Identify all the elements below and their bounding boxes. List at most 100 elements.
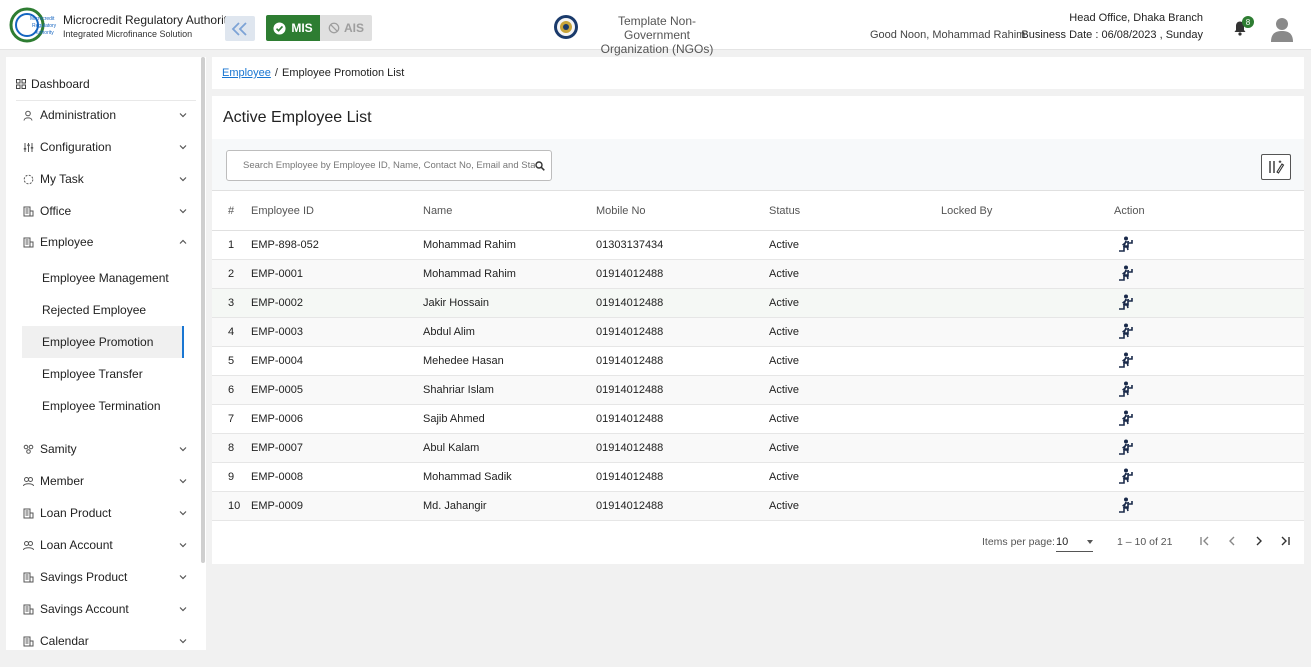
- cell-name: Sajib Ahmed: [423, 404, 596, 434]
- table-row[interactable]: 7 EMP-0006 Sajib Ahmed 01914012488 Active: [212, 404, 1304, 434]
- double-chevron-left-icon: [231, 21, 247, 36]
- cell-name: Mohammad Sadik: [423, 462, 596, 492]
- previous-page-button[interactable]: [1222, 531, 1242, 551]
- sidebar-item-administration[interactable]: Administration: [22, 105, 188, 125]
- promotion-icon[interactable]: [1118, 467, 1136, 485]
- promotion-icon[interactable]: [1118, 322, 1136, 340]
- next-page-button[interactable]: [1249, 531, 1269, 551]
- cell-mobile: 01914012488: [596, 346, 769, 376]
- column-settings-button[interactable]: [1261, 154, 1291, 180]
- sidebar-item-member[interactable]: Member: [22, 471, 188, 491]
- collapse-sidebar-button[interactable]: [225, 16, 255, 41]
- sidebar-item-configuration[interactable]: Configuration: [22, 137, 188, 157]
- sidebar-item-label: Savings Account: [40, 602, 129, 616]
- cell-index: 1: [212, 230, 251, 260]
- table-row[interactable]: 9 EMP-0008 Mohammad Sadik 01914012488 Active: [212, 462, 1304, 492]
- main-panel: Active Employee List # Employee ID Name …: [212, 96, 1304, 564]
- sidebar-item-label: Configuration: [40, 140, 112, 154]
- app-subtitle: Integrated Microfinance Solution: [63, 29, 193, 39]
- promotion-icon[interactable]: [1118, 496, 1136, 514]
- chevron-down-icon: [179, 209, 187, 214]
- cell-locked-by: [941, 433, 1114, 463]
- sidebar-item-employee[interactable]: Employee: [22, 232, 188, 252]
- user-avatar-icon[interactable]: [1270, 16, 1294, 42]
- chevron-up-icon: [179, 239, 187, 244]
- column-header-name[interactable]: Name: [423, 190, 596, 231]
- promotion-icon[interactable]: [1118, 264, 1136, 282]
- cell-action: [1114, 317, 1304, 347]
- cell-locked-by: [941, 317, 1114, 347]
- sidebar-subitem-employee-termination[interactable]: Employee Termination: [22, 390, 184, 422]
- sidebar-item-loan-account[interactable]: Loan Account: [22, 535, 188, 555]
- chevron-down-icon: [179, 113, 187, 118]
- search-icon: [535, 160, 545, 171]
- column-header-locked-by[interactable]: Locked By: [941, 190, 1114, 231]
- sidebar-item-calendar[interactable]: Calendar: [22, 631, 188, 651]
- cell-index: 5: [212, 346, 251, 376]
- cell-employee-id: EMP-0003: [251, 317, 423, 347]
- cell-status: Active: [769, 404, 941, 434]
- sidebar-item-office[interactable]: Office: [22, 201, 188, 221]
- column-header-employee-id[interactable]: Employee ID: [251, 190, 423, 231]
- sidebar-subitem-employee-promotion[interactable]: Employee Promotion: [22, 326, 184, 358]
- member-icon: [22, 475, 34, 487]
- sidebar-item-loan-product[interactable]: Loan Product: [22, 503, 188, 523]
- cell-mobile: 01914012488: [596, 433, 769, 463]
- ais-toggle-button[interactable]: AIS: [320, 15, 372, 41]
- sidebar-subitem-employee-transfer[interactable]: Employee Transfer: [22, 358, 184, 390]
- sidebar-subitem-employee-management[interactable]: Employee Management: [22, 262, 184, 294]
- table-row[interactable]: 1 EMP-898-052 Mohammad Rahim 01303137434 Act…: [212, 230, 1304, 260]
- column-header-status[interactable]: Status: [769, 190, 941, 231]
- table-row[interactable]: 3 EMP-0002 Jakir Hossain 01914012488 Active: [212, 288, 1304, 318]
- block-icon: [328, 22, 340, 34]
- promotion-icon[interactable]: [1118, 351, 1136, 369]
- breadcrumb-link-employee[interactable]: Employee: [222, 67, 271, 79]
- cell-action: [1114, 404, 1304, 434]
- cell-employee-id: EMP-0002: [251, 288, 423, 318]
- cell-locked-by: [941, 259, 1114, 289]
- cell-action: [1114, 491, 1304, 521]
- page-range-label: 1 – 10 of 21: [1117, 536, 1173, 548]
- cell-employee-id: EMP-0009: [251, 491, 423, 521]
- table-header-row: # Employee ID Name Mobile No Status Lock…: [212, 190, 1304, 231]
- search-input[interactable]: [243, 160, 535, 171]
- promotion-icon[interactable]: [1118, 409, 1136, 427]
- sidebar-item-label: Loan Account: [40, 538, 113, 552]
- table-row[interactable]: 8 EMP-0007 Abul Kalam 01914012488 Active: [212, 433, 1304, 463]
- employee-search-field[interactable]: [226, 150, 552, 181]
- sidebar-subitem-rejected-employee[interactable]: Rejected Employee: [22, 294, 184, 326]
- sidebar-item-samity[interactable]: Samity: [22, 439, 188, 459]
- cell-index: 4: [212, 317, 251, 347]
- table-row[interactable]: 4 EMP-0003 Abdul Alim 01914012488 Active: [212, 317, 1304, 347]
- cell-action: [1114, 346, 1304, 376]
- items-per-page-select[interactable]: 10: [1056, 532, 1093, 552]
- mra-logo: Microcredit Regulatory Authority: [9, 7, 57, 43]
- table-row[interactable]: 2 EMP-0001 Mohammad Rahim 01914012488 Active: [212, 259, 1304, 289]
- sidebar-item-savings-account[interactable]: Savings Account: [22, 599, 188, 619]
- table-row[interactable]: 5 EMP-0004 Mehedee Hasan 01914012488 Active: [212, 346, 1304, 376]
- promotion-icon[interactable]: [1118, 293, 1136, 311]
- sidebar: Dashboard Administration Configuration M…: [6, 57, 206, 650]
- mis-toggle-button[interactable]: MIS: [266, 15, 320, 41]
- business-date: Business Date : 06/08/2023 , Sunday: [1021, 29, 1203, 41]
- first-page-icon: [1200, 536, 1209, 546]
- sidebar-item-dashboard[interactable]: Dashboard: [16, 77, 90, 91]
- column-header-index: #: [212, 190, 251, 231]
- sidebar-item-savings-product[interactable]: Savings Product: [22, 567, 188, 587]
- table-row[interactable]: 10 EMP-0009 Md. Jahangir 01914012488 Active: [212, 491, 1304, 521]
- promotion-icon[interactable]: [1118, 235, 1136, 253]
- promotion-icon[interactable]: [1118, 438, 1136, 456]
- sidebar-scrollbar[interactable]: [201, 57, 205, 563]
- cell-action: [1114, 259, 1304, 289]
- last-page-button[interactable]: [1275, 531, 1295, 551]
- column-header-mobile[interactable]: Mobile No: [596, 190, 769, 231]
- sidebar-item-my-task[interactable]: My Task: [22, 169, 188, 189]
- table-row[interactable]: 6 EMP-0005 Shahriar Islam 01914012488 Active: [212, 375, 1304, 405]
- first-page-button[interactable]: [1195, 531, 1215, 551]
- office-icon: [22, 205, 34, 217]
- promotion-icon[interactable]: [1118, 380, 1136, 398]
- savings-product-icon: [22, 571, 34, 583]
- cell-mobile: 01914012488: [596, 259, 769, 289]
- cell-index: 8: [212, 433, 251, 463]
- breadcrumb-separator: /: [274, 67, 278, 79]
